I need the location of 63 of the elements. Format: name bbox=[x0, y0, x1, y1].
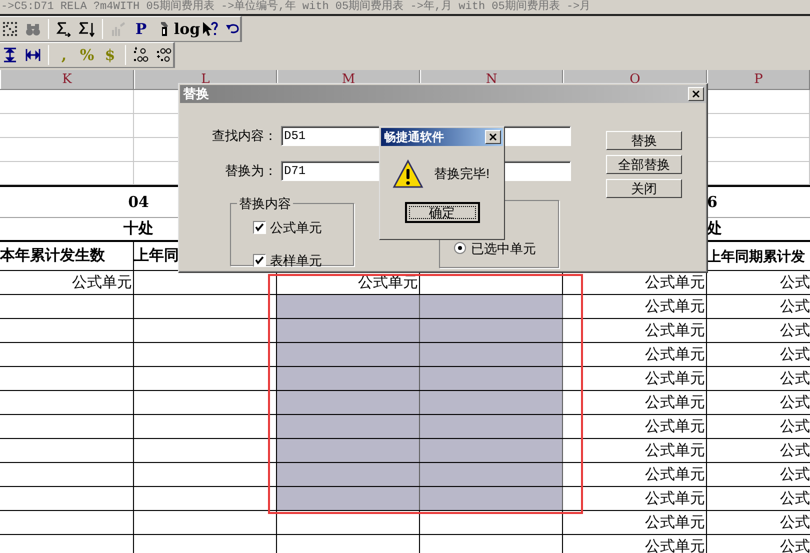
sheet-cell-text: 公式 bbox=[779, 537, 810, 553]
sheet-cell-text: 公式 bbox=[779, 273, 810, 293]
sheet-cell-text: 04 bbox=[128, 192, 149, 213]
warning-icon bbox=[392, 159, 424, 189]
field-label: 查找内容： bbox=[211, 127, 278, 146]
sheet-cell-text: 公式 bbox=[779, 297, 810, 317]
increase-decimal-icon bbox=[133, 47, 149, 63]
sheet-cell-text: 6 bbox=[707, 192, 718, 213]
column-width-icon bbox=[25, 47, 41, 63]
grid-icon bbox=[2, 21, 18, 37]
sheet-cell: 公式单元 bbox=[563, 535, 707, 553]
sheet-cell: 公式单元 bbox=[563, 391, 707, 414]
close-button[interactable] bbox=[688, 87, 704, 101]
check-icon bbox=[255, 222, 264, 232]
check-icon bbox=[255, 256, 264, 266]
sheet-cell-text: 公式 bbox=[779, 465, 810, 485]
sheet-cell-text: 上年同期累计发 bbox=[707, 246, 806, 266]
sheet-cell-text: 公式 bbox=[779, 489, 810, 509]
dialog-button[interactable]: 关闭 bbox=[606, 179, 682, 198]
sheet-cell: 公式单元 bbox=[563, 439, 707, 462]
sheet-cell: 公式单元 bbox=[563, 367, 707, 390]
sheet-cell: 公式单元 bbox=[563, 319, 707, 342]
dialog-button[interactable]: 替换 bbox=[606, 131, 682, 150]
checkbox[interactable] bbox=[253, 220, 266, 234]
sheet-cell: 公式单元 bbox=[0, 271, 134, 294]
binoculars-icon bbox=[25, 21, 41, 37]
checkbox-label: 公式单元 bbox=[270, 218, 322, 236]
sheet-cell-text: 公式 bbox=[779, 513, 810, 533]
sheet-cell-text: 公式 bbox=[779, 393, 810, 413]
dialog-title: 畅捷通软件 bbox=[384, 129, 444, 146]
sum-right-icon bbox=[56, 21, 72, 37]
dialog-button[interactable]: 全部替换 bbox=[606, 155, 682, 174]
checkbox[interactable] bbox=[253, 254, 266, 268]
close-icon bbox=[692, 90, 700, 98]
radio-label: 已选中单元 bbox=[471, 240, 536, 258]
sheet-cell-text: 公式 bbox=[779, 441, 810, 461]
close-icon bbox=[489, 133, 497, 141]
sheet-cell-text: 公式 bbox=[779, 321, 810, 341]
sheet-cell-text: 公式 bbox=[779, 345, 810, 365]
radio-button[interactable] bbox=[454, 242, 466, 254]
close-button[interactable] bbox=[485, 130, 501, 144]
sheet-cell: 本年累计发生数 bbox=[0, 242, 134, 270]
toolbar-button[interactable]: P bbox=[131, 18, 151, 40]
sheet-cell: 公式单元 bbox=[563, 415, 707, 438]
sheet-cell: 公式单元 bbox=[563, 487, 707, 510]
message-text: 替换完毕! bbox=[434, 165, 490, 184]
sum-down-icon bbox=[79, 21, 95, 37]
field-label: 替换为： bbox=[224, 162, 278, 180]
chart-icon bbox=[110, 21, 126, 37]
sheet-cell-text: 处 bbox=[707, 218, 722, 239]
formula-text: ->C5:D71 RELA ?m4WITH 05期间费用表 ->单位编号,年 with 05期间费用表 ->年,月 with 05期间费用表 ->月 bbox=[0, 0, 591, 14]
sheet-cell: 公式单元 bbox=[563, 343, 707, 366]
row-height-icon bbox=[2, 47, 18, 63]
sheet-cell-text: 十处 bbox=[124, 218, 154, 239]
help-pointer-icon bbox=[202, 21, 218, 37]
sheet-cell: 公式单元 bbox=[563, 511, 707, 534]
sheet-cell-text: 公式 bbox=[779, 369, 810, 389]
decrease-decimal-icon bbox=[156, 47, 172, 63]
group-title: 替换内容 bbox=[238, 195, 292, 213]
sheet-cell: 公式单元 bbox=[563, 463, 707, 486]
sheet-cell-text: 公式 bbox=[779, 417, 810, 437]
sheet-cell: 公式单元 bbox=[563, 295, 707, 318]
column-header: K bbox=[0, 70, 134, 89]
